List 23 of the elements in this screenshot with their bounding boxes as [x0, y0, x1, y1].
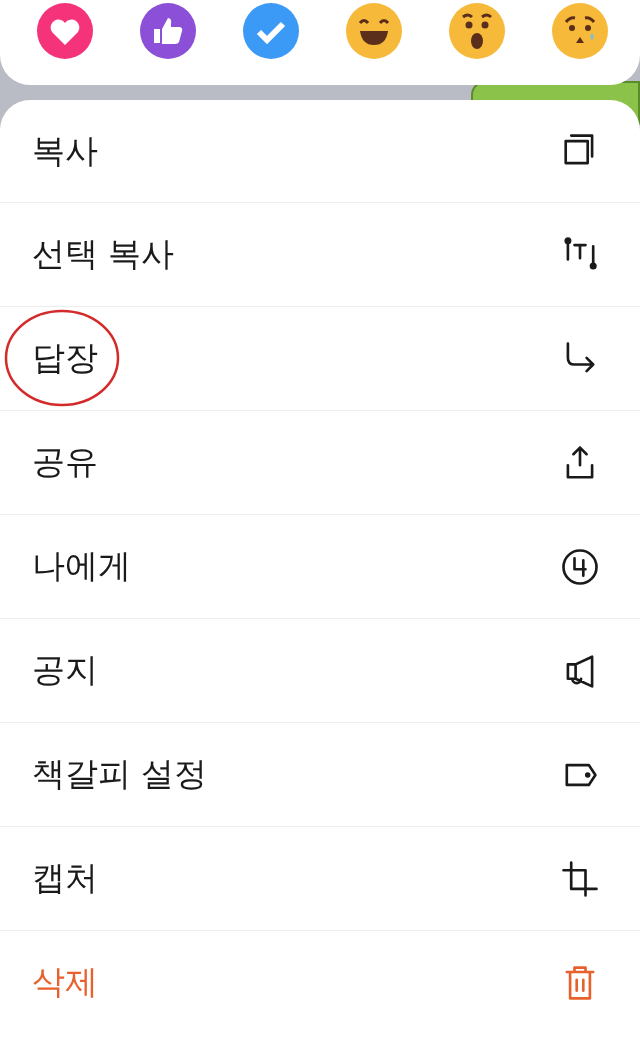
menu-item-label: 캡처	[32, 857, 98, 899]
menu-item[interactable]: 책갈피 설정	[0, 722, 640, 826]
menu-item[interactable]: 복사	[0, 100, 640, 202]
heart-reaction-icon[interactable]	[37, 3, 93, 59]
menu-item[interactable]: 선택 복사	[0, 202, 640, 306]
surprised-face-icon[interactable]	[449, 3, 505, 59]
menu-item[interactable]: 공유	[0, 410, 640, 514]
menu-item-label: 복사	[32, 129, 98, 172]
menu-item[interactable]: 캡처	[0, 826, 640, 930]
menu-item-label: 공유	[32, 441, 98, 483]
menu-item-label: 선택 복사	[32, 233, 175, 275]
menu-item-label: 답장	[32, 336, 98, 381]
check-reaction-icon[interactable]	[243, 3, 299, 59]
menu-item[interactable]: 공지	[0, 618, 640, 722]
laughing-face-icon[interactable]	[346, 3, 402, 59]
menu-item-label: 삭제	[32, 961, 98, 1003]
menu-item[interactable]: 답장	[0, 306, 640, 410]
menu-item[interactable]: 나에게	[0, 514, 640, 618]
menu-item-label: 공지	[32, 649, 98, 691]
menu-item-label: 책갈피 설정	[32, 753, 208, 795]
menu-item-label: 나에게	[32, 545, 131, 587]
thumbs-up-reaction-icon[interactable]	[140, 3, 196, 59]
sad-face-icon[interactable]	[552, 3, 608, 59]
